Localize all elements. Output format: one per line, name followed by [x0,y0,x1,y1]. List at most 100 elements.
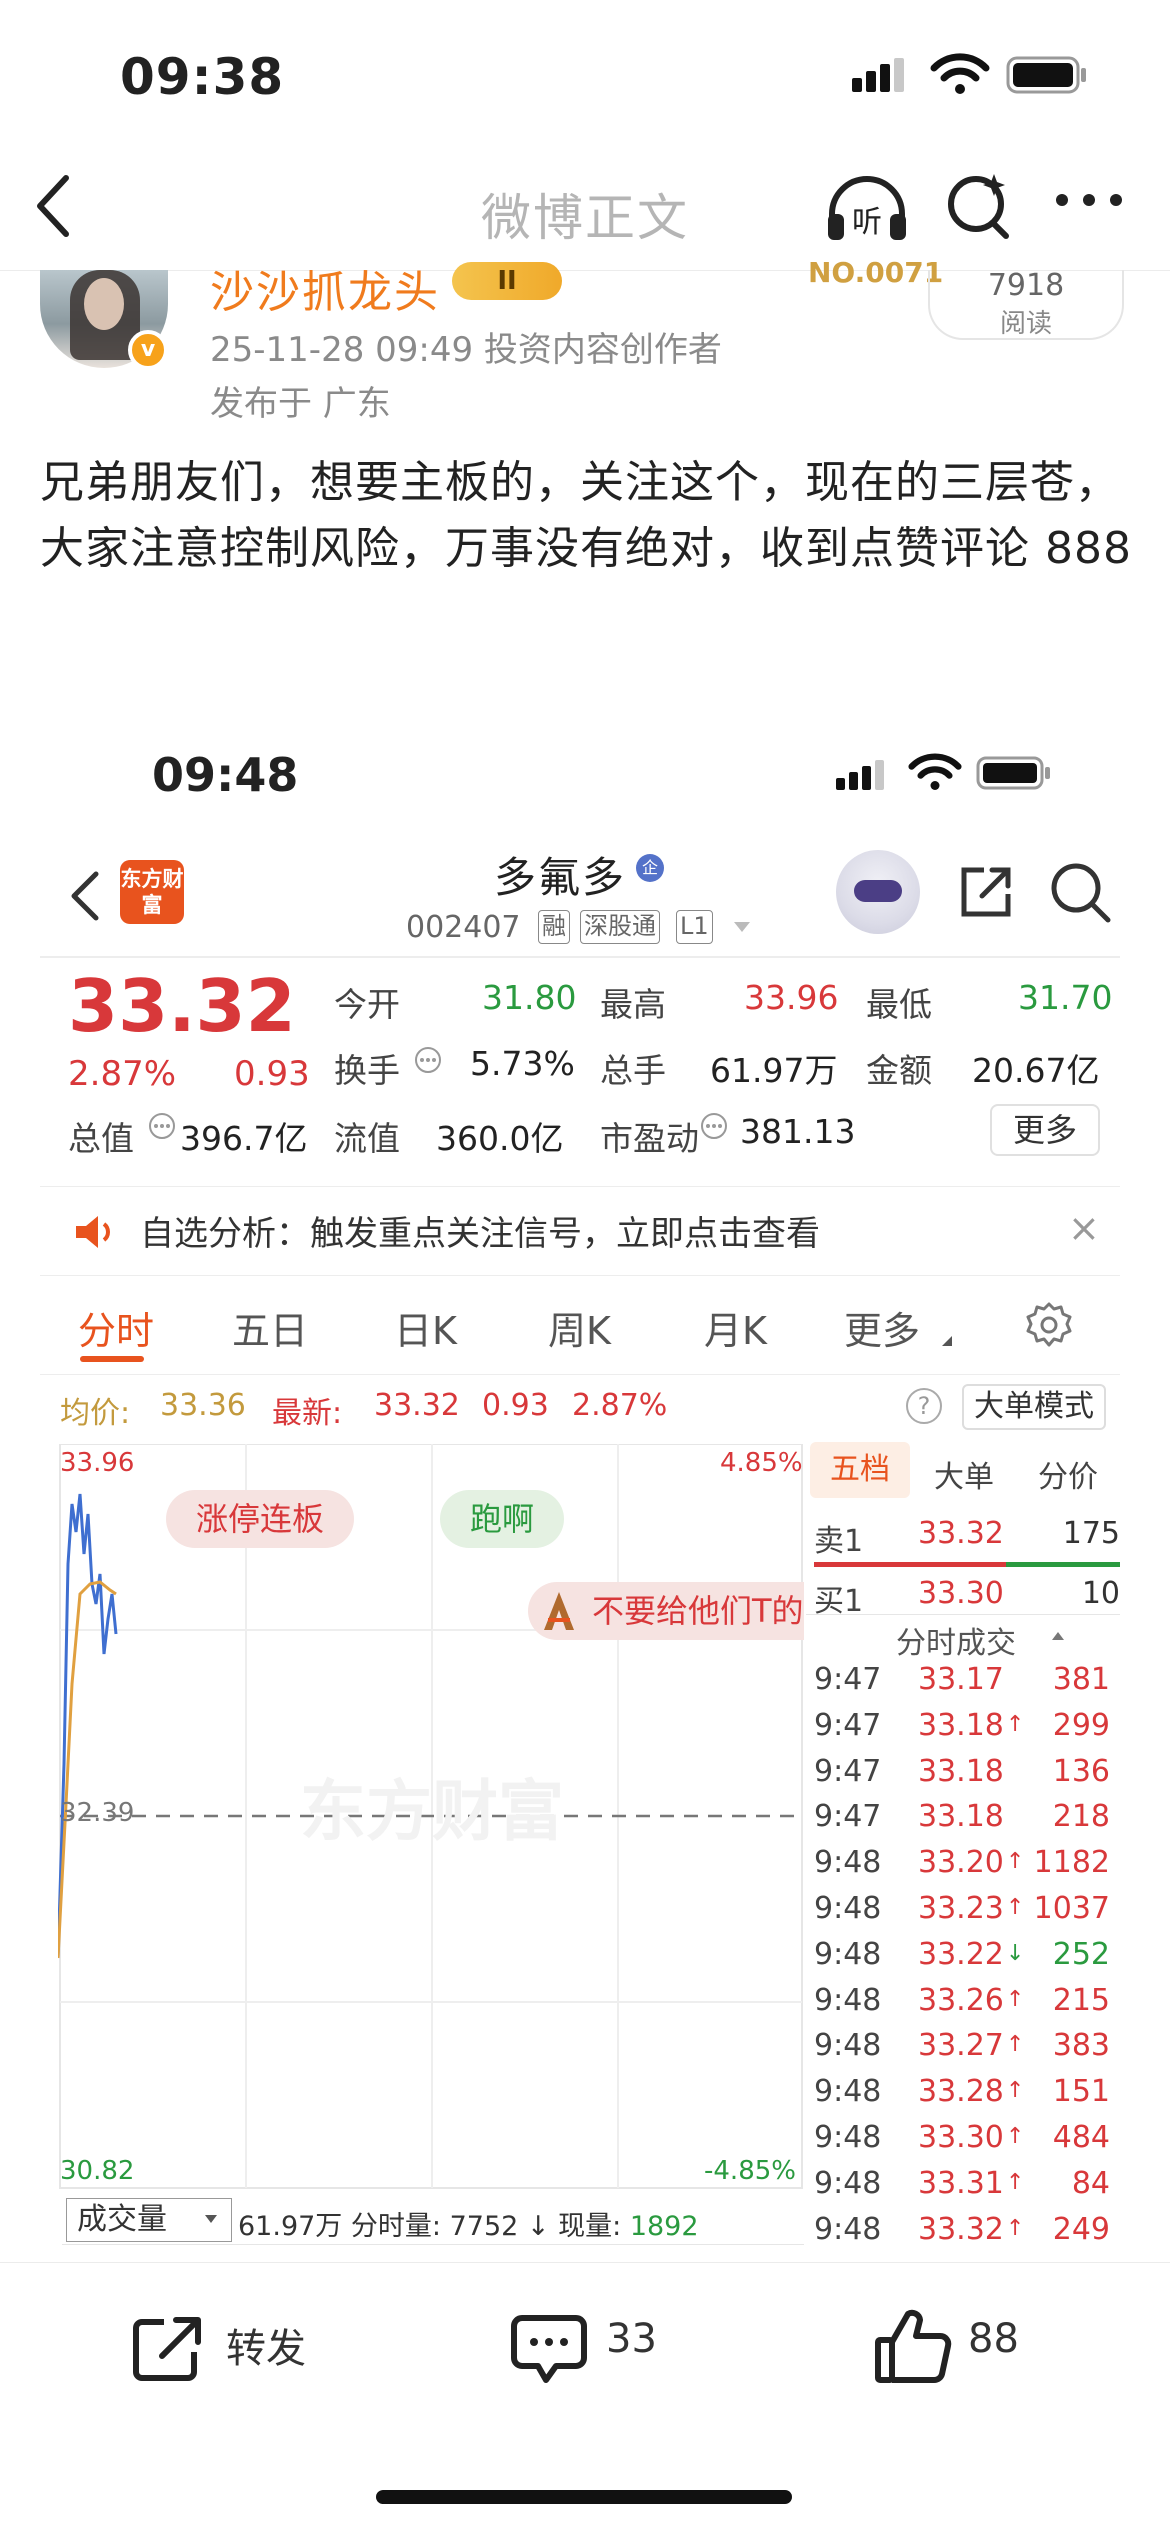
trade-price: 33.18 [918,1753,1004,1789]
latest-label: 最新: [272,1396,343,1431]
trade-volume: 1037 [1033,1891,1110,1926]
trade-volume: 215 [1052,1982,1110,2018]
stock-search-icon[interactable] [1048,860,1112,924]
intraday-chart[interactable]: 东方财富 33.96 4.85% 32.39 30.82 -4.85% 涨停连板… [58,1444,804,2192]
trade-time: 9:48 [814,1936,882,1972]
trade-price: 33.31 [918,2165,1004,2201]
sell-1-volume: 175 [1062,1516,1120,1551]
reads-label: 阅读 [999,309,1052,339]
chart-bottom-price: 30.82 [60,2156,135,2186]
help-icon[interactable]: ? [906,1388,942,1424]
fenshi-volume-label: 分时量: [350,2211,441,2242]
chart-top-price: 33.96 [60,1448,135,1478]
quote-value: 33.96 [744,978,839,1017]
trade-volume: 151 [1052,2074,1110,2110]
tab-price-dist[interactable]: 分价 [1038,1452,1098,1496]
chart-bottom-percent: -4.85% [704,2156,796,2186]
quote-label: 市盈动 [600,1119,699,1158]
big-order-mode-button[interactable]: 大单模式 [962,1384,1106,1430]
volume-select-label: 成交量 [77,2202,167,2237]
trades-title: 分时成交 [896,1626,1016,1661]
listen-headphones-icon[interactable]: 听 [824,170,910,250]
buy-power-bar [1006,1562,1120,1567]
buy-1-volume: 10 [1081,1576,1120,1611]
trade-volume: 84 [1071,2165,1110,2201]
more-quote-button[interactable]: 更多 [990,1104,1100,1156]
info-dots-icon[interactable] [414,1046,442,1074]
post-meta: 25-11-28 09:49 投资内容创作者 [210,330,722,370]
trade-time: 9:48 [814,1982,882,2018]
trades-collapse-icon[interactable] [1050,1630,1066,1642]
volume-total: 61.97万 [238,2211,343,2242]
tab-five-day[interactable]: 五日 [232,1300,308,1355]
comment-icon[interactable] [510,2312,588,2388]
trade-price: 33.23 [918,1891,1004,1926]
tab-five-levels[interactable]: 五档 [810,1442,910,1498]
speaker-icon [72,1212,116,1252]
tab-fenshi[interactable]: 分时 [78,1300,154,1355]
latest-percent: 2.87% [572,1388,668,1423]
embedded-status-time: 09:48 [152,748,299,802]
danmu-bubble: 跑啊 [440,1490,565,1548]
post-text: 兄弟朋友们，想要主板的，关注这个，现在的三层苍，大家注意控制风险，万事没有绝对，… [40,457,1132,574]
quote-value: 61.97万 [710,1051,838,1090]
tab-week-k[interactable]: 周K [548,1300,611,1355]
settings-gear-icon[interactable] [1024,1300,1074,1350]
share-icon[interactable] [956,862,1016,922]
trade-time: 9:47 [814,1799,882,1835]
trade-price: 33.18 [918,1707,1004,1743]
tab-more[interactable]: 更多 [844,1300,920,1355]
trade-price: 33.18 [918,1799,1004,1835]
info-dots-icon[interactable] [700,1112,728,1140]
trade-time: 9:48 [814,2165,882,2201]
reads-counter: 7918 阅读 [928,268,1124,340]
more-options-icon[interactable] [1054,190,1124,210]
tab-big-orders[interactable]: 大单 [934,1452,994,1496]
rank-badge: NO.0071 [808,256,944,289]
chart-top-percent: 4.85% [720,1448,803,1478]
like-count[interactable]: 88 [968,2316,1019,2362]
orderbook-divider [806,1614,1120,1615]
trade-price: 33.30 [918,2120,1004,2155]
change-amount: 0.93 [234,1054,310,1094]
tab-month-k[interactable]: 月K [704,1300,767,1355]
stock-code: 002407 [406,910,521,945]
trade-time: 9:47 [814,1707,882,1743]
repost-icon[interactable] [130,2312,206,2384]
danmu-bubble: 涨停连板 [166,1490,355,1548]
toolbar-divider [0,2262,1170,2263]
info-dots-icon[interactable] [148,1112,176,1140]
svg-text:听: 听 [852,205,882,240]
trade-time: 9:47 [814,1662,882,1697]
author-name[interactable]: 沙沙抓龙头 [210,256,440,320]
like-thumb-icon[interactable] [874,2306,954,2386]
quote-value: 381.13 [740,1112,856,1151]
alert-close-button[interactable]: × [1068,1206,1100,1250]
alert-text[interactable]: 自选分析：触发重点关注信号，立即点击查看 [140,1206,820,1255]
avg-price-value: 33.36 [160,1388,246,1423]
tabs-divider [40,1374,1120,1375]
latest-change: 0.93 [482,1388,549,1423]
quote-value: 31.70 [1018,978,1113,1017]
stock-tag-margin: 融 [538,910,570,944]
sell-1-price: 33.32 [918,1516,1004,1551]
app-logo: 东方财富 [120,860,184,924]
quote-label: 今开 [334,985,400,1024]
home-indicator[interactable] [376,2490,792,2504]
tab-more-caret-icon [940,1334,954,1348]
trade-time: 9:48 [814,2028,882,2064]
search-icon[interactable] [944,168,1014,244]
trade-volume: 252 [1052,1936,1110,1972]
stock-back-icon[interactable] [66,868,106,924]
dropdown-caret-icon[interactable] [732,920,752,934]
trade-price: 33.17 [918,1662,1004,1697]
fenshi-volume-value: 7752 [449,2211,519,2242]
repost-button[interactable]: 转发 [226,2316,306,2374]
tab-day-k[interactable]: 日K [394,1300,457,1355]
trade-price: 33.22 [918,1936,1004,1972]
quote-label: 最低 [866,985,932,1024]
comment-count[interactable]: 33 [606,2316,657,2362]
embedded-signal-icon [836,760,894,792]
level-badge: II [452,262,562,300]
assistant-robot-icon[interactable] [836,850,920,934]
